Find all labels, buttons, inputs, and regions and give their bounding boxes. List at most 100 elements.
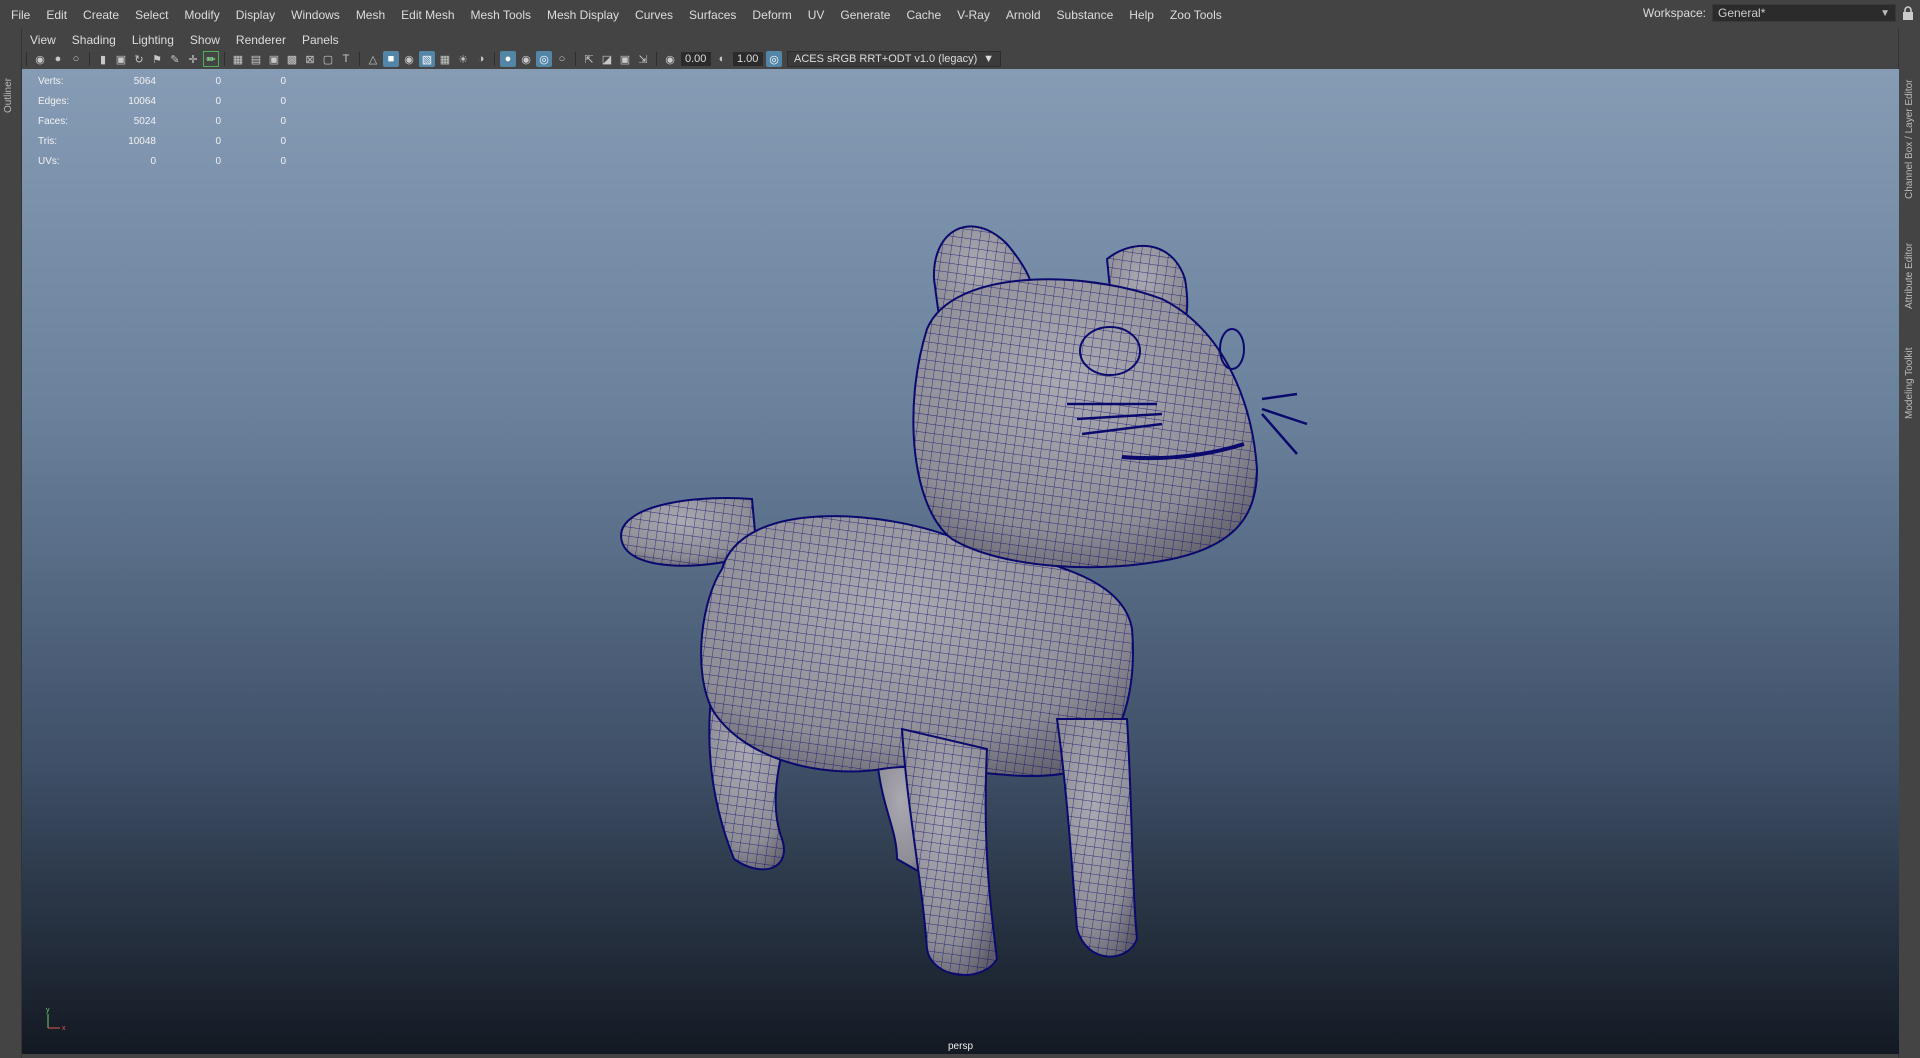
toolbar-separator <box>575 52 576 66</box>
menu-modify[interactable]: Modify <box>176 8 227 22</box>
wireframe-icon[interactable]: △ <box>365 51 381 67</box>
paint-brush-icon[interactable]: ✏ <box>203 51 219 67</box>
menu-vray[interactable]: V-Ray <box>949 8 998 22</box>
2d-pan-zoom-icon[interactable]: ↻ <box>131 51 147 67</box>
workspace-dropdown[interactable]: General* ▼ <box>1712 4 1896 22</box>
grid-toggle-icon[interactable]: ✎ <box>167 51 183 67</box>
hud-value: 0 <box>215 135 221 147</box>
menu-create[interactable]: Create <box>75 8 127 22</box>
modeling-toolkit-tab[interactable]: Modeling Toolkit <box>1904 347 1915 419</box>
menu-surfaces[interactable]: Surfaces <box>681 8 744 22</box>
channel-box-tab[interactable]: Channel Box / Layer Editor <box>1904 79 1915 199</box>
menu-mesh-tools[interactable]: Mesh Tools <box>463 8 539 22</box>
film-gate-icon[interactable]: ✛ <box>185 51 201 67</box>
menu-substance[interactable]: Substance <box>1049 8 1122 22</box>
toolbar-separator <box>359 52 360 66</box>
axis-y-label: y <box>46 1007 50 1014</box>
poly-count-hud: Verts: 5064 0 0 Edges: 10064 0 0 Faces: … <box>38 71 286 171</box>
lock-camera-icon[interactable]: ● <box>50 51 66 67</box>
text-overlay-icon[interactable]: T <box>338 51 354 67</box>
shadows-icon[interactable]: ◑ <box>473 51 489 67</box>
grease-pencil-icon[interactable]: ⚑ <box>149 51 165 67</box>
axis-x-label: x <box>62 1025 66 1032</box>
resolution-gate-icon[interactable]: ▤ <box>248 51 264 67</box>
left-side-panel: Outliner <box>0 29 22 1058</box>
depth-of-field-icon[interactable]: ○ <box>554 51 570 67</box>
panel-menu-panels[interactable]: Panels <box>294 33 347 47</box>
hud-label: Verts: <box>38 75 64 87</box>
safe-action-icon[interactable]: ⊠ <box>302 51 318 67</box>
menu-generate[interactable]: Generate <box>832 8 898 22</box>
menu-display[interactable]: Display <box>228 8 283 22</box>
axis-gizmo-icon: y x <box>46 1007 66 1032</box>
menu-file[interactable]: File <box>0 8 38 22</box>
field-chart-icon[interactable]: ▩ <box>284 51 300 67</box>
exposure-icon[interactable]: ◉ <box>662 51 678 67</box>
anti-aliasing-icon[interactable]: ◎ <box>536 51 552 67</box>
panel-menu-renderer[interactable]: Renderer <box>228 33 294 47</box>
color-management-icon[interactable]: ◎ <box>766 51 782 67</box>
color-space-value: ACES sRGB RRT+ODT v1.0 (legacy) <box>794 53 978 65</box>
grid-icon[interactable]: ▦ <box>230 51 246 67</box>
menu-cache[interactable]: Cache <box>898 8 949 22</box>
gamma-field[interactable]: 1.00 <box>733 52 763 66</box>
toolbar-separator <box>224 52 225 66</box>
panel-menu-shading[interactable]: Shading <box>64 33 124 47</box>
color-space-dropdown[interactable]: ACES sRGB RRT+ODT v1.0 (legacy) ▼ <box>787 51 1001 67</box>
panel-menu-lighting[interactable]: Lighting <box>124 33 182 47</box>
menu-mesh[interactable]: Mesh <box>348 8 393 22</box>
workspace-selector: Workspace: General* ▼ <box>1643 4 1896 22</box>
menu-mesh-display[interactable]: Mesh Display <box>539 8 627 22</box>
hud-row-edges: Edges: 10064 0 0 <box>38 91 286 111</box>
menu-help[interactable]: Help <box>1121 8 1162 22</box>
hud-value: 0 <box>280 115 286 127</box>
light-icon[interactable]: ☀ <box>455 51 471 67</box>
menu-deform[interactable]: Deform <box>744 8 799 22</box>
menu-uv[interactable]: UV <box>800 8 833 22</box>
hud-label: Edges: <box>38 95 70 107</box>
select-camera-icon[interactable]: ◉ <box>32 51 48 67</box>
toolbar-separator <box>26 52 27 66</box>
chevron-down-icon: ▼ <box>983 53 994 65</box>
xray-icon[interactable]: ◪ <box>599 51 615 67</box>
viewport-toolbar: ◉ ● ○ ▮ ▣ ↻ ⚑ ✎ ✛ ✏ ▦ ▤ ▣ ▩ ⊠ ▢ T △ ■ ◉ … <box>22 49 1899 69</box>
menu-curves[interactable]: Curves <box>627 8 681 22</box>
attribute-editor-tab[interactable]: Attribute Editor <box>1904 243 1915 309</box>
xray-joints-icon[interactable]: ▣ <box>617 51 633 67</box>
main-menubar: File Edit Create Select Modify Display W… <box>0 0 1920 29</box>
panel-menu-show[interactable]: Show <box>182 33 228 47</box>
wireframe-on-shaded-icon[interactable]: ◉ <box>401 51 417 67</box>
exposure-field[interactable]: 0.00 <box>681 52 711 66</box>
use-all-lights-icon[interactable]: ▦ <box>437 51 453 67</box>
toolbar-separator <box>656 52 657 66</box>
cat-mesh[interactable] <box>22 69 1899 1054</box>
textured-icon[interactable]: ▧ <box>419 51 435 67</box>
3d-viewport[interactable]: Verts: 5064 0 0 Edges: 10064 0 0 Faces: … <box>22 69 1899 1054</box>
menu-windows[interactable]: Windows <box>283 8 348 22</box>
hud-row-tris: Tris: 10048 0 0 <box>38 131 286 151</box>
hud-label: Faces: <box>38 115 69 127</box>
menu-select[interactable]: Select <box>127 8 176 22</box>
ambient-occlusion-icon[interactable]: ● <box>500 51 516 67</box>
menu-arnold[interactable]: Arnold <box>998 8 1049 22</box>
bookmarks-icon[interactable]: ▮ <box>95 51 111 67</box>
smooth-shade-icon[interactable]: ■ <box>383 51 399 67</box>
backface-culling-icon[interactable]: ⇲ <box>635 51 651 67</box>
menu-edit[interactable]: Edit <box>38 8 75 22</box>
gamma-icon[interactable]: ◐ <box>714 51 730 67</box>
safe-title-icon[interactable]: ▢ <box>320 51 336 67</box>
outliner-tab[interactable]: Outliner <box>3 78 14 113</box>
motion-blur-icon[interactable]: ◉ <box>518 51 534 67</box>
menu-zoo-tools[interactable]: Zoo Tools <box>1162 8 1230 22</box>
hud-row-faces: Faces: 5024 0 0 <box>38 111 286 131</box>
hud-value: 0 <box>280 75 286 87</box>
lock-icon[interactable] <box>1902 6 1914 20</box>
menu-edit-mesh[interactable]: Edit Mesh <box>393 8 462 22</box>
isolate-select-icon[interactable]: ⇱ <box>581 51 597 67</box>
toolbar-separator <box>494 52 495 66</box>
image-plane-icon[interactable]: ▣ <box>113 51 129 67</box>
gate-mask-icon[interactable]: ▣ <box>266 51 282 67</box>
camera-attributes-icon[interactable]: ○ <box>68 51 84 67</box>
workspace-value: General* <box>1718 6 1766 20</box>
panel-menu-view[interactable]: View <box>22 33 64 47</box>
